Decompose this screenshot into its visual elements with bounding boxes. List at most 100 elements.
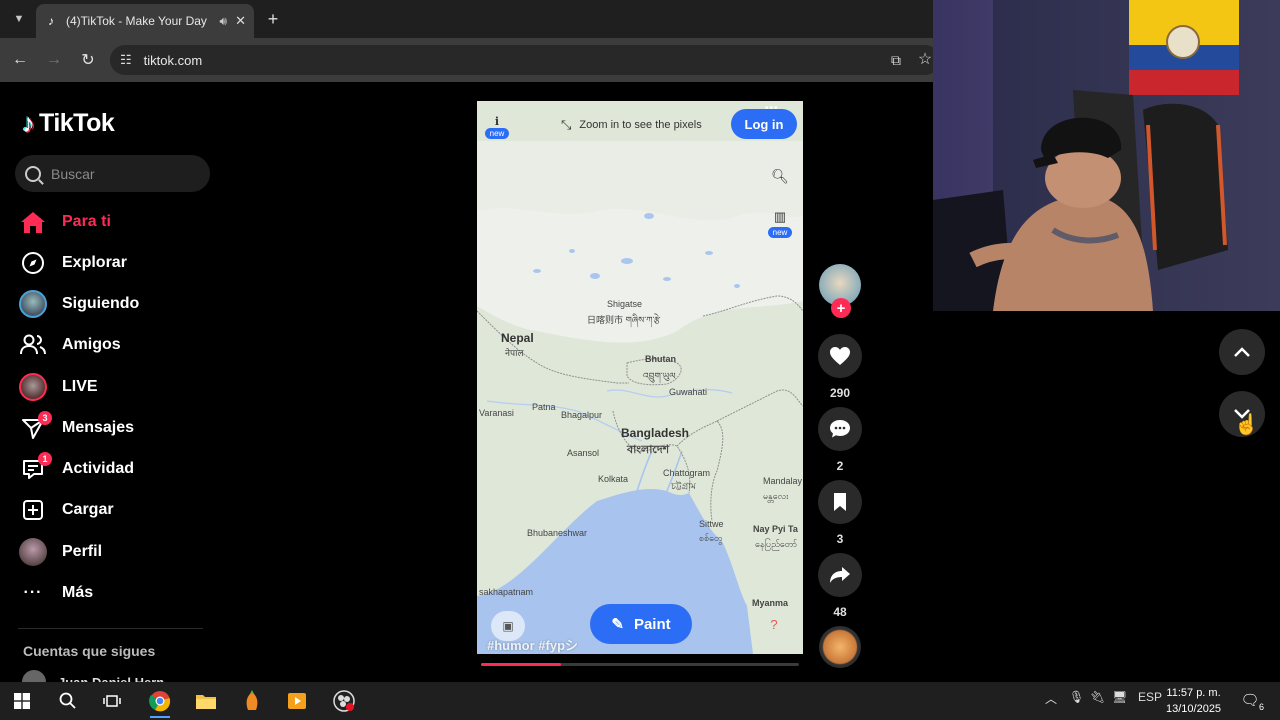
sidebar-item-explorar[interactable]: Explorar: [18, 245, 218, 281]
search-icon[interactable]: [46, 682, 90, 720]
map-label-nepal: Nepal: [501, 331, 534, 345]
chevron-up-icon: [1234, 347, 1250, 357]
network-icon[interactable]: 🖥︎: [1112, 690, 1127, 704]
sidebar-item-mensajes[interactable]: 3 Mensajes: [18, 410, 218, 446]
sidebar-item-amigos[interactable]: Amigos: [18, 327, 218, 363]
search-box[interactable]: [15, 155, 210, 192]
map-label-sittwe-script: စစ်တွေ: [699, 533, 723, 543]
speaker-icon[interactable]: 🔊︎: [220, 14, 228, 29]
sidebar-item-live[interactable]: LIVE: [18, 369, 218, 405]
browser-tab[interactable]: ♪ (4)TikTok - Make Your Day 🔊︎ ✕: [36, 4, 254, 38]
comment-icon[interactable]: [818, 407, 862, 451]
media-player-icon[interactable]: [275, 682, 319, 720]
bookmark-icon[interactable]: [818, 480, 862, 524]
video-hashtags[interactable]: #humor #fypシ: [487, 635, 578, 654]
site-info-icon[interactable]: ☷: [120, 52, 132, 68]
map-label-mandalay: Mandalay: [763, 476, 803, 486]
sidebar-item-siguiendo[interactable]: Siguiendo: [18, 286, 218, 322]
video-player[interactable]: Shigatse 日喀则市 གཞིས་ཀ་རྩེ Nepal नेपाल Bhu…: [477, 101, 803, 654]
home-icon: [18, 207, 48, 237]
sidebar-item-perfil[interactable]: Perfil: [18, 534, 218, 570]
follow-plus-icon[interactable]: +: [831, 298, 851, 318]
url-text: tiktok.com: [143, 52, 203, 68]
task-view-icon[interactable]: [90, 682, 134, 720]
login-button[interactable]: Log in: [731, 109, 797, 139]
friends-icon: [18, 330, 48, 360]
tiktok-favicon-icon: ♪: [48, 14, 54, 28]
profile-avatar-icon: [18, 537, 48, 567]
inbox-icon: 1: [18, 452, 52, 484]
map-label-bhubaneshwar: Bhubaneshwar: [527, 528, 588, 538]
map-background: [477, 101, 803, 654]
music-disc-avatar[interactable]: [819, 626, 861, 668]
forward-button[interactable]: →: [43, 49, 65, 71]
map-search-icon[interactable]: 🔍︎: [767, 163, 793, 189]
following-avatar-icon: [18, 289, 48, 319]
sidebar-item-actividad[interactable]: 1 Actividad: [18, 451, 218, 487]
video-progress-bar[interactable]: [481, 663, 799, 666]
map-label-shigatse-script: 日喀则市 གཞིས་ཀ་རྩེ: [587, 315, 660, 325]
tiktok-logo[interactable]: ♪ TikTok: [22, 106, 115, 140]
brush-icon: ✎: [611, 616, 624, 633]
messages-badge: 3: [38, 411, 52, 425]
previous-video-button[interactable]: [1219, 329, 1265, 375]
help-icon[interactable]: ?: [757, 611, 791, 637]
zoom-hint-text: Zoom in to see the pixels: [579, 119, 702, 131]
sidebar-item-label: Amigos: [62, 336, 121, 353]
back-button[interactable]: ←: [9, 49, 31, 71]
activity-badge: 1: [38, 452, 52, 466]
system-clock[interactable]: 11:57 p. m. 13/10/2025: [1166, 685, 1221, 717]
sidebar-item-para-ti[interactable]: Para ti: [18, 204, 218, 240]
map-label-bhagalpur: Bhagalpur: [561, 410, 603, 420]
map-label-nay-pyi-taw: Nay Pyi Ta: [753, 524, 798, 534]
sidebar-item-label: Explorar: [62, 254, 127, 271]
sidebar-item-label: Siguiendo: [62, 295, 140, 312]
address-bar[interactable]: ☷ tiktok.com: [110, 45, 940, 75]
webcam-feed-image: [933, 0, 1280, 311]
save-action[interactable]: 3: [818, 480, 862, 546]
notification-center-icon[interactable]: 🗨︎ 6: [1238, 688, 1264, 712]
battery-plug-icon[interactable]: 🔌︎: [1090, 690, 1105, 704]
reload-button[interactable]: ↻: [77, 49, 99, 71]
tab-search-chevron-icon[interactable]: ▼: [8, 8, 30, 30]
plus-square-icon: [18, 495, 48, 525]
sidebar-item-label: Perfil: [62, 543, 103, 560]
language-indicator[interactable]: ESP: [1138, 690, 1162, 704]
hand-cursor-icon: ☝: [1234, 414, 1259, 436]
sidebar-item-cargar[interactable]: Cargar: [18, 492, 218, 528]
bookmark-star-icon[interactable]: ☆: [915, 49, 935, 69]
map-label-bangladesh-script: বাংলাদেশ: [627, 444, 670, 456]
install-app-icon[interactable]: ⧉: [886, 50, 906, 70]
comment-action[interactable]: 2: [818, 407, 862, 473]
microphone-icon[interactable]: 🎙︎: [1069, 690, 1084, 704]
share-action[interactable]: 48: [818, 553, 862, 619]
chrome-taskbar-icon[interactable]: [138, 682, 182, 720]
save-count: 3: [836, 532, 844, 546]
paint-button[interactable]: ✎ Paint: [590, 604, 692, 644]
info-button[interactable]: i new: [483, 115, 511, 141]
share-arrow-icon[interactable]: [818, 553, 862, 597]
clock-date: 13/10/2025: [1166, 703, 1222, 715]
tray-overflow-chevron-icon[interactable]: ︿: [1045, 690, 1057, 707]
map-label-chattogram-script: চট্টগ্রাম: [671, 481, 696, 491]
fl-studio-icon[interactable]: [230, 682, 274, 720]
obs-icon[interactable]: [322, 682, 366, 720]
heart-icon[interactable]: [818, 334, 862, 378]
file-explorer-icon[interactable]: [184, 682, 228, 720]
map-label-bangladesh: Bangladesh: [621, 426, 690, 440]
zoom-pointer-icon: ⤡: [561, 117, 572, 132]
map-label-bhutan: Bhutan: [645, 354, 676, 364]
map-label-asansol: Asansol: [567, 448, 600, 458]
new-tab-button[interactable]: +: [262, 8, 284, 30]
paint-label: Paint: [633, 615, 671, 633]
windows-start-icon[interactable]: [0, 682, 44, 720]
search-input[interactable]: [51, 165, 191, 182]
more-dots-icon[interactable]: •••: [765, 103, 779, 114]
leaderboard-button[interactable]: ▥ new: [765, 209, 795, 243]
logo-text: TikTok: [39, 108, 115, 137]
like-action[interactable]: 290: [818, 334, 862, 400]
sidebar-item-mas[interactable]: ··· Más: [18, 575, 218, 611]
close-tab-icon[interactable]: ✕: [235, 13, 246, 29]
map-label-guwahati: Guwahati: [669, 387, 708, 397]
map-label-nay-pyi-taw-script: နေပြည်တော်: [755, 539, 798, 549]
